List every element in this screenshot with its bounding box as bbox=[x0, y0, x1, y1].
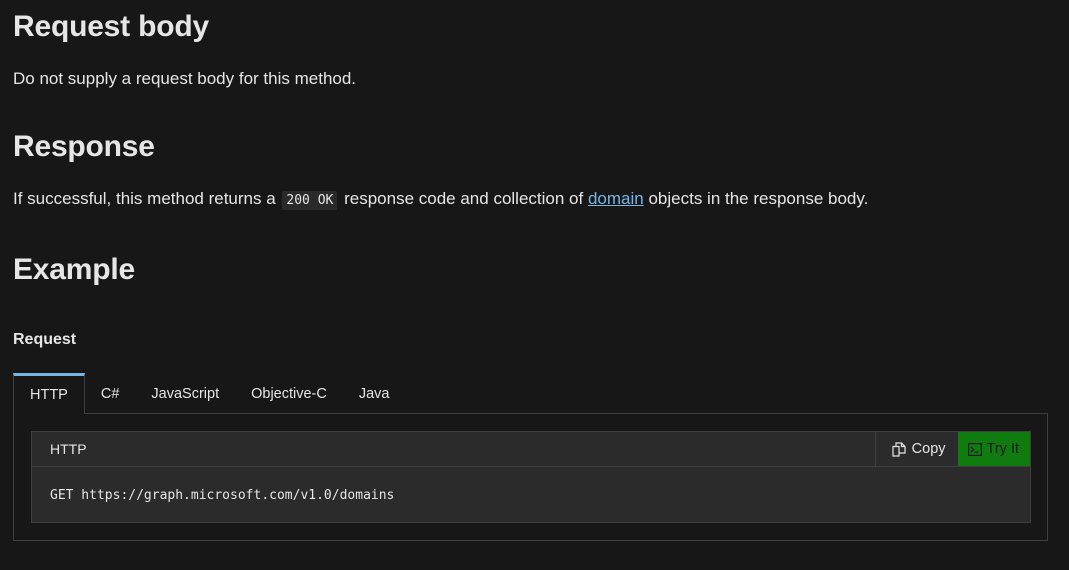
copy-button[interactable]: Copy bbox=[874, 432, 958, 466]
try-it-label: Try It bbox=[986, 441, 1019, 457]
try-it-button[interactable]: Try It bbox=[957, 432, 1030, 466]
language-tabs: HTTP C# JavaScript Objective-C Java bbox=[13, 373, 406, 414]
status-code: 200 OK bbox=[282, 191, 338, 210]
response-text-end: objects in the response body. bbox=[648, 189, 869, 208]
request-subheading: Request bbox=[13, 331, 77, 348]
code-block: HTTP Copy Try It GET https://graph.micro… bbox=[31, 431, 1031, 523]
response-text: If successful, this method returns a 200… bbox=[13, 189, 869, 210]
request-body-text: Do not supply a request body for this me… bbox=[13, 69, 357, 88]
example-heading: Example bbox=[13, 253, 135, 286]
tab-java[interactable]: Java bbox=[343, 373, 406, 414]
tab-panel-http: HTTP Copy Try It GET https://graph.micro… bbox=[13, 413, 1048, 541]
copy-icon bbox=[892, 441, 906, 457]
response-text-start: If successful, this method returns a bbox=[13, 189, 276, 208]
request-body-heading: Request body bbox=[13, 10, 209, 43]
terminal-icon bbox=[967, 442, 982, 456]
tab-objective-c[interactable]: Objective-C bbox=[235, 373, 343, 414]
response-text-middle: response code and collection of bbox=[344, 189, 584, 208]
code-actions: Copy Try It bbox=[874, 432, 1030, 466]
domain-link[interactable]: domain bbox=[588, 189, 644, 208]
tab-javascript[interactable]: JavaScript bbox=[135, 373, 235, 414]
code-language-label: HTTP bbox=[50, 441, 87, 457]
code-text: GET https://graph.microsoft.com/v1.0/dom… bbox=[50, 487, 395, 503]
tab-csharp[interactable]: C# bbox=[85, 373, 136, 414]
code-header: HTTP Copy Try It bbox=[32, 432, 1030, 467]
code-body: GET https://graph.microsoft.com/v1.0/dom… bbox=[32, 467, 1030, 523]
response-heading: Response bbox=[13, 130, 155, 163]
tab-http[interactable]: HTTP bbox=[13, 373, 85, 414]
doc-page: Request body Do not supply a request bod… bbox=[0, 0, 1069, 570]
copy-label: Copy bbox=[911, 441, 946, 457]
